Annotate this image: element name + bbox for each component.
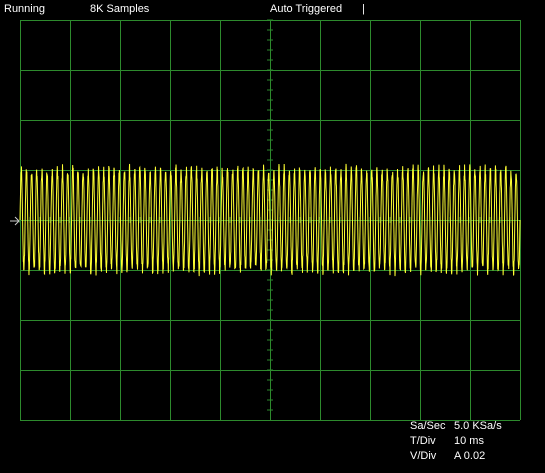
volt-div-value: A 0.02 <box>454 450 486 462</box>
time-div-label: T/Div <box>410 435 436 447</box>
volt-div-label: V/Div <box>410 450 437 462</box>
time-div-value: 10 ms <box>454 435 484 447</box>
sample-count-label: 8K Samples <box>90 3 150 15</box>
sample-rate-value: 5.0 KSa/s <box>454 420 502 432</box>
sample-rate-label: Sa/Sec <box>410 420 446 432</box>
time-div-readout: T/Div 10 ms <box>410 435 484 448</box>
trigger-position-marker: | <box>362 3 365 15</box>
right-arrow-icon[interactable] <box>10 216 20 226</box>
run-state-indicator[interactable]: Running <box>4 2 45 16</box>
trigger-status-label: Auto Triggered <box>270 3 343 15</box>
sample-rate-readout: Sa/Sec 5.0 KSa/s <box>410 420 502 433</box>
oscilloscope-display <box>10 19 521 421</box>
volt-div-readout: V/Div A 0.02 <box>410 450 485 463</box>
